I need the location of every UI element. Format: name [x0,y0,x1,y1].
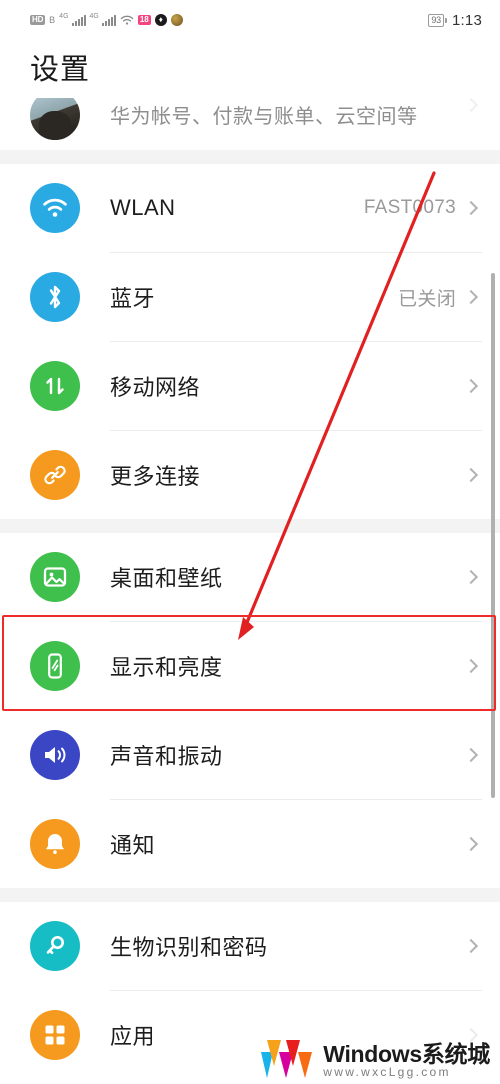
data-transfer-icon [30,361,80,411]
battery-cap [445,17,447,23]
battery-icon: 93 [428,13,447,27]
clock: 1:13 [452,11,482,29]
watermark: Windows系统城 www.wxcLgg.com [259,1036,490,1078]
account-subtitle: 华为帐号、付款与账单、云空间等 [110,106,418,128]
network-generation-label-1: 4G [59,12,69,20]
list-item-label: 移动网络 [110,375,201,400]
status-bar: HD B 4G 4G 18 ♦ 93 1:13 [0,0,500,40]
list-item-home-screen-wallpaper[interactable]: 桌面和壁纸 [0,533,500,621]
list-item-value: 已关闭 [398,288,456,310]
key-icon [30,921,80,971]
chevron-right-icon [463,836,479,852]
list-item-sound-vibration[interactable]: 声音和振动 [0,711,500,799]
link-icon [30,450,80,500]
status-bar-left-icons: HD B 4G 4G 18 ♦ [30,12,183,26]
grid-icon [30,1010,80,1060]
watermark-logo-icon [261,1040,313,1078]
section-display: 桌面和壁纸 显示和亮度 声音和振动 通知 [0,533,500,888]
section-gap [0,150,500,164]
speaker-icon [30,730,80,780]
settings-screen: HD B 4G 4G 18 ♦ 93 1:13 设置 华为帐号、付款与账单、云空… [0,0,500,1084]
status-bar-right-icons: 93 1:13 [428,0,482,40]
list-item-label: WLAN [110,195,176,220]
avatar[interactable] [30,98,80,140]
list-item-label: 声音和振动 [110,744,223,769]
image-icon [30,552,80,602]
list-item-label: 生物识别和密码 [110,935,268,960]
list-item-bluetooth[interactable]: 蓝牙 已关闭 [0,253,500,341]
list-item-label: 更多连接 [110,464,201,489]
chevron-right-icon [463,747,479,763]
chevron-right-icon [463,98,479,113]
scrollbar[interactable] [491,273,495,798]
section-gap [0,519,500,533]
chevron-right-icon [463,200,479,216]
watermark-name: Windows系统城 [323,1041,490,1067]
list-item-mobile-network[interactable]: 移动网络 [0,342,500,430]
list-item-account[interactable]: 华为帐号、付款与账单、云空间等 [0,98,500,150]
misc-app-icon [170,14,183,26]
wifi-icon [120,15,134,26]
chevron-right-icon [463,378,479,394]
signal-bars-icon-1 [71,14,86,26]
list-item-more-connections[interactable]: 更多连接 [0,431,500,519]
chevron-right-icon [463,658,479,674]
signal-bars-icon-2 [101,14,116,26]
bell-icon [30,819,80,869]
chevron-right-icon [463,938,479,954]
bluetooth-icon [30,272,80,322]
chevron-right-icon [463,569,479,585]
hd-icon: HD [30,15,46,25]
wifi-icon [30,183,80,233]
battery-level: 93 [428,13,444,27]
app-badge-icon: 18 [137,15,151,25]
list-item-label: 蓝牙 [110,286,156,311]
list-item-display-brightness[interactable]: 显示和亮度 [0,622,500,710]
settings-list[interactable]: 华为帐号、付款与账单、云空间等 WLAN FAST0073 蓝牙 已关闭 移动网… [0,98,500,1079]
list-item-label: 通知 [110,833,156,858]
section-connectivity: WLAN FAST0073 蓝牙 已关闭 移动网络 更多连接 [0,164,500,519]
chevron-right-icon [463,289,479,305]
list-item-notifications[interactable]: 通知 [0,800,500,888]
list-item-label: 桌面和壁纸 [110,566,223,591]
page-title: 设置 [30,54,91,86]
chevron-right-icon [463,467,479,483]
watermark-url: www.wxcLgg.com [323,1065,451,1079]
sim-icon: B [49,14,56,25]
list-item-wlan[interactable]: WLAN FAST0073 [0,164,500,252]
droplet-icon: ♦ [154,14,167,26]
section-account: 华为帐号、付款与账单、云空间等 [0,98,500,150]
list-item-biometrics-password[interactable]: 生物识别和密码 [0,902,500,990]
list-item-label: 显示和亮度 [110,655,223,680]
section-gap [0,888,500,902]
network-generation-label-2: 4G [89,12,99,20]
phone-brightness-icon [30,641,80,691]
list-item-value: FAST0073 [363,197,456,218]
